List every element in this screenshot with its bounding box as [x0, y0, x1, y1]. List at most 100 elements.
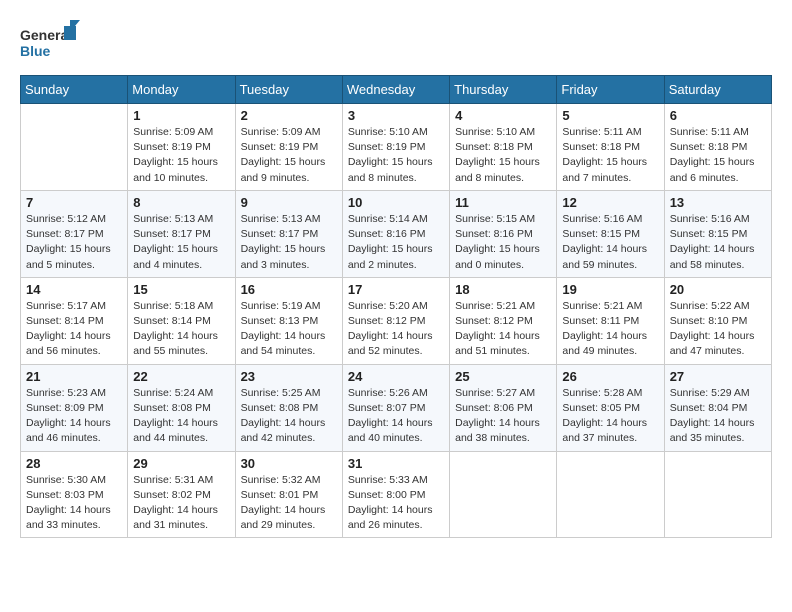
day-info: Sunrise: 5:15 AMSunset: 8:16 PMDaylight:… — [455, 212, 551, 273]
calendar-cell: 22 Sunrise: 5:24 AMSunset: 8:08 PMDayligh… — [128, 364, 235, 451]
calendar-cell: 3 Sunrise: 5:10 AMSunset: 8:19 PMDaylight… — [342, 104, 449, 191]
day-info: Sunrise: 5:20 AMSunset: 8:12 PMDaylight:… — [348, 299, 444, 360]
day-number: 8 — [133, 195, 229, 210]
day-info: Sunrise: 5:16 AMSunset: 8:15 PMDaylight:… — [562, 212, 658, 273]
day-info: Sunrise: 5:22 AMSunset: 8:10 PMDaylight:… — [670, 299, 766, 360]
day-number: 9 — [241, 195, 337, 210]
calendar-cell: 27 Sunrise: 5:29 AMSunset: 8:04 PMDayligh… — [664, 364, 771, 451]
day-info: Sunrise: 5:09 AMSunset: 8:19 PMDaylight:… — [241, 125, 337, 186]
day-number: 22 — [133, 369, 229, 384]
day-number: 7 — [26, 195, 122, 210]
calendar-cell: 26 Sunrise: 5:28 AMSunset: 8:05 PMDayligh… — [557, 364, 664, 451]
day-number: 26 — [562, 369, 658, 384]
calendar-cell — [664, 451, 771, 538]
day-info: Sunrise: 5:26 AMSunset: 8:07 PMDaylight:… — [348, 386, 444, 447]
calendar-cell: 15 Sunrise: 5:18 AMSunset: 8:14 PMDayligh… — [128, 277, 235, 364]
day-info: Sunrise: 5:16 AMSunset: 8:15 PMDaylight:… — [670, 212, 766, 273]
day-info: Sunrise: 5:12 AMSunset: 8:17 PMDaylight:… — [26, 212, 122, 273]
calendar-cell: 19 Sunrise: 5:21 AMSunset: 8:11 PMDayligh… — [557, 277, 664, 364]
page-header: GeneralBlue — [20, 20, 772, 65]
day-info: Sunrise: 5:30 AMSunset: 8:03 PMDaylight:… — [26, 473, 122, 534]
day-info: Sunrise: 5:13 AMSunset: 8:17 PMDaylight:… — [241, 212, 337, 273]
day-number: 11 — [455, 195, 551, 210]
calendar-cell: 28 Sunrise: 5:30 AMSunset: 8:03 PMDayligh… — [21, 451, 128, 538]
calendar-cell: 29 Sunrise: 5:31 AMSunset: 8:02 PMDayligh… — [128, 451, 235, 538]
day-number: 29 — [133, 456, 229, 471]
calendar-cell: 7 Sunrise: 5:12 AMSunset: 8:17 PMDaylight… — [21, 190, 128, 277]
calendar-cell — [21, 104, 128, 191]
calendar-table: SundayMondayTuesdayWednesdayThursdayFrid… — [20, 75, 772, 538]
day-info: Sunrise: 5:10 AMSunset: 8:18 PMDaylight:… — [455, 125, 551, 186]
day-info: Sunrise: 5:11 AMSunset: 8:18 PMDaylight:… — [670, 125, 766, 186]
weekday-header-wednesday: Wednesday — [342, 76, 449, 104]
calendar-cell: 21 Sunrise: 5:23 AMSunset: 8:09 PMDayligh… — [21, 364, 128, 451]
day-info: Sunrise: 5:14 AMSunset: 8:16 PMDaylight:… — [348, 212, 444, 273]
day-number: 30 — [241, 456, 337, 471]
day-number: 14 — [26, 282, 122, 297]
calendar-cell: 12 Sunrise: 5:16 AMSunset: 8:15 PMDayligh… — [557, 190, 664, 277]
calendar-cell: 13 Sunrise: 5:16 AMSunset: 8:15 PMDayligh… — [664, 190, 771, 277]
day-number: 27 — [670, 369, 766, 384]
svg-text:Blue: Blue — [20, 43, 51, 59]
calendar-week-1: 1 Sunrise: 5:09 AMSunset: 8:19 PMDaylight… — [21, 104, 772, 191]
calendar-cell: 10 Sunrise: 5:14 AMSunset: 8:16 PMDayligh… — [342, 190, 449, 277]
calendar-week-5: 28 Sunrise: 5:30 AMSunset: 8:03 PMDayligh… — [21, 451, 772, 538]
calendar-cell: 30Sunrise: 5:32 AMSunset: 8:01 PMDayligh… — [235, 451, 342, 538]
day-number: 16 — [241, 282, 337, 297]
day-info: Sunrise: 5:29 AMSunset: 8:04 PMDaylight:… — [670, 386, 766, 447]
day-info: Sunrise: 5:23 AMSunset: 8:09 PMDaylight:… — [26, 386, 122, 447]
calendar-cell: 5Sunrise: 5:11 AMSunset: 8:18 PMDaylight… — [557, 104, 664, 191]
day-info: Sunrise: 5:31 AMSunset: 8:02 PMDaylight:… — [133, 473, 229, 534]
day-number: 5 — [562, 108, 658, 123]
day-info: Sunrise: 5:28 AMSunset: 8:05 PMDaylight:… — [562, 386, 658, 447]
calendar-cell: 20 Sunrise: 5:22 AMSunset: 8:10 PMDayligh… — [664, 277, 771, 364]
calendar-week-4: 21 Sunrise: 5:23 AMSunset: 8:09 PMDayligh… — [21, 364, 772, 451]
day-number: 18 — [455, 282, 551, 297]
day-number: 20 — [670, 282, 766, 297]
day-info: Sunrise: 5:09 AMSunset: 8:19 PMDaylight:… — [133, 125, 229, 186]
day-info: Sunrise: 5:27 AMSunset: 8:06 PMDaylight:… — [455, 386, 551, 447]
weekday-header-saturday: Saturday — [664, 76, 771, 104]
day-info: Sunrise: 5:13 AMSunset: 8:17 PMDaylight:… — [133, 212, 229, 273]
day-number: 23 — [241, 369, 337, 384]
calendar-cell — [450, 451, 557, 538]
day-info: Sunrise: 5:10 AMSunset: 8:19 PMDaylight:… — [348, 125, 444, 186]
day-number: 31 — [348, 456, 444, 471]
day-info: Sunrise: 5:21 AMSunset: 8:11 PMDaylight:… — [562, 299, 658, 360]
day-number: 15 — [133, 282, 229, 297]
day-number: 12 — [562, 195, 658, 210]
day-number: 2 — [241, 108, 337, 123]
weekday-header-monday: Monday — [128, 76, 235, 104]
day-info: Sunrise: 5:18 AMSunset: 8:14 PMDaylight:… — [133, 299, 229, 360]
logo: GeneralBlue — [20, 20, 80, 65]
day-number: 3 — [348, 108, 444, 123]
calendar-cell: 24 Sunrise: 5:26 AMSunset: 8:07 PMDayligh… — [342, 364, 449, 451]
day-number: 17 — [348, 282, 444, 297]
day-number: 4 — [455, 108, 551, 123]
day-number: 21 — [26, 369, 122, 384]
day-info: Sunrise: 5:24 AMSunset: 8:08 PMDaylight:… — [133, 386, 229, 447]
calendar-week-2: 7 Sunrise: 5:12 AMSunset: 8:17 PMDaylight… — [21, 190, 772, 277]
calendar-cell: 25 Sunrise: 5:27 AMSunset: 8:06 PMDayligh… — [450, 364, 557, 451]
day-number: 13 — [670, 195, 766, 210]
day-number: 1 — [133, 108, 229, 123]
calendar-cell: 31Sunrise: 5:33 AMSunset: 8:00 PMDayligh… — [342, 451, 449, 538]
calendar-cell: 2 Sunrise: 5:09 AMSunset: 8:19 PMDaylight… — [235, 104, 342, 191]
day-number: 19 — [562, 282, 658, 297]
day-number: 24 — [348, 369, 444, 384]
logo-svg: GeneralBlue — [20, 20, 80, 65]
calendar-cell: 14Sunrise: 5:17 AMSunset: 8:14 PMDayligh… — [21, 277, 128, 364]
day-info: Sunrise: 5:25 AMSunset: 8:08 PMDaylight:… — [241, 386, 337, 447]
day-number: 28 — [26, 456, 122, 471]
weekday-header-thursday: Thursday — [450, 76, 557, 104]
calendar-cell: 8 Sunrise: 5:13 AMSunset: 8:17 PMDaylight… — [128, 190, 235, 277]
day-number: 25 — [455, 369, 551, 384]
calendar-cell: 17 Sunrise: 5:20 AMSunset: 8:12 PMDayligh… — [342, 277, 449, 364]
day-number: 6 — [670, 108, 766, 123]
day-number: 10 — [348, 195, 444, 210]
weekday-header-sunday: Sunday — [21, 76, 128, 104]
calendar-cell: 1 Sunrise: 5:09 AMSunset: 8:19 PMDaylight… — [128, 104, 235, 191]
calendar-cell: 16Sunrise: 5:19 AMSunset: 8:13 PMDayligh… — [235, 277, 342, 364]
calendar-cell: 23 Sunrise: 5:25 AMSunset: 8:08 PMDayligh… — [235, 364, 342, 451]
calendar-cell: 9 Sunrise: 5:13 AMSunset: 8:17 PMDaylight… — [235, 190, 342, 277]
